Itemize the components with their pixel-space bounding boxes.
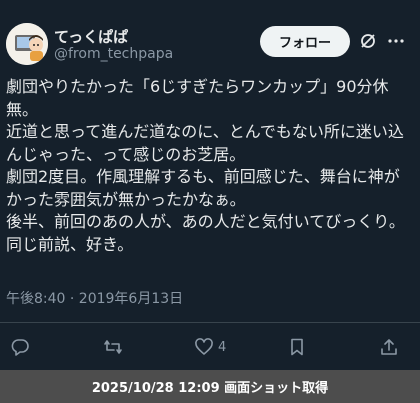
share-icon: [381, 339, 397, 355]
retweet-icon: [104, 340, 122, 354]
grok-icon[interactable]: [359, 32, 377, 50]
tweet-text: 劇団やりたかった「6じすぎたらワンカップ」90分休無。 近道と思って進んだ道なの…: [6, 77, 405, 254]
bookmark-icon: [291, 338, 303, 356]
like-count: 4: [218, 339, 227, 355]
screenshot-banner: 2025/10/28 12:09 画面ショット取得: [0, 370, 420, 403]
avatar[interactable]: [6, 23, 48, 65]
like-icon: [195, 338, 213, 355]
retweet-button[interactable]: [103, 337, 123, 357]
display-name[interactable]: てっくぱぱ: [54, 26, 128, 47]
divider: [0, 322, 420, 323]
share-button[interactable]: [379, 337, 399, 357]
reply-icon: [11, 339, 29, 356]
tweet-card: てっくぱぱ @from_techpapa フォロー 劇団やりたかった「6じすぎた…: [0, 0, 420, 370]
bookmark-button[interactable]: [287, 337, 307, 357]
user-handle[interactable]: @from_techpapa: [54, 46, 173, 62]
follow-button[interactable]: フォロー: [260, 26, 350, 57]
like-button[interactable]: 4: [194, 337, 226, 357]
tweet-timestamp[interactable]: 午後8:40 · 2019年6月13日: [6, 288, 183, 308]
more-icon[interactable]: [387, 32, 405, 50]
avatar-illustration: [6, 23, 48, 65]
reply-button[interactable]: [10, 337, 30, 357]
